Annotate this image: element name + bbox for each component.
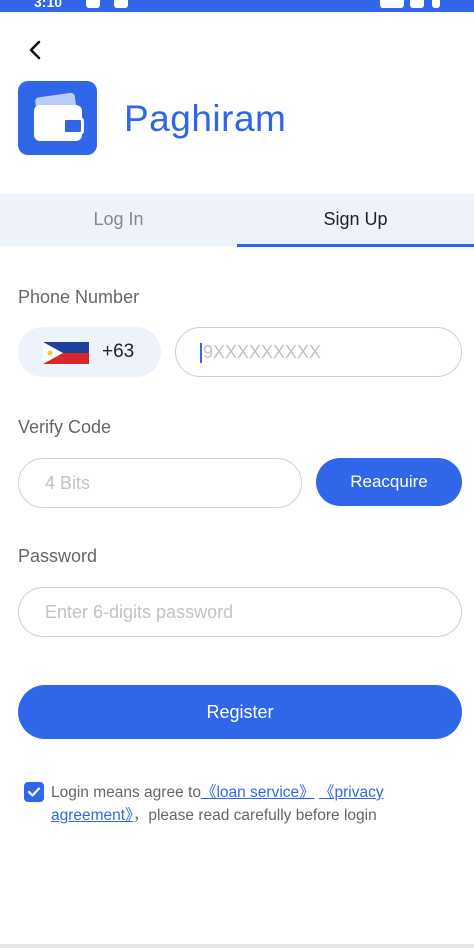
app-name: Paghiram bbox=[124, 98, 287, 139]
country-code: +63 bbox=[102, 341, 135, 362]
auth-tabs: Log In Sign Up bbox=[0, 194, 474, 247]
loan-service-link[interactable]: 《loan service》 bbox=[201, 784, 315, 801]
wifi-icon bbox=[432, 0, 440, 8]
status-bar: 3:10 bbox=[0, 0, 474, 12]
verify-code-input[interactable]: 4 Bits bbox=[18, 458, 302, 508]
tab-signup[interactable]: Sign Up bbox=[237, 194, 474, 247]
phone-label: Phone Number bbox=[18, 287, 140, 307]
reacquire-button[interactable]: Reacquire bbox=[316, 458, 462, 506]
bottom-divider bbox=[0, 944, 474, 948]
app-logo bbox=[18, 81, 97, 155]
register-button[interactable]: Register bbox=[18, 685, 462, 739]
message-icon bbox=[114, 0, 128, 8]
status-time: 3:10 bbox=[34, 0, 63, 10]
phone-input[interactable]: 9XXXXXXXXX bbox=[175, 327, 462, 377]
agreement-suffix: ，please read carefully before login bbox=[132, 807, 377, 824]
agreement-text: Login means agree to《loan service》 《priv… bbox=[51, 781, 451, 827]
signal-icon bbox=[410, 0, 424, 8]
password-input[interactable]: Enter 6-digits password bbox=[18, 587, 462, 637]
password-placeholder: Enter 6-digits password bbox=[45, 602, 234, 622]
verify-code-label: Verify Code bbox=[18, 417, 112, 437]
battery-icon bbox=[380, 0, 404, 8]
password-label: Password bbox=[18, 546, 98, 566]
wallet-icon bbox=[34, 105, 84, 141]
notification-icon bbox=[86, 0, 100, 8]
philippines-flag-icon bbox=[43, 342, 89, 364]
text-cursor bbox=[200, 343, 202, 363]
agreement-prefix: Login means agree to bbox=[51, 784, 201, 801]
country-code-selector[interactable]: +63 bbox=[18, 327, 161, 377]
checkmark-icon bbox=[27, 787, 41, 797]
chevron-left-icon[interactable] bbox=[22, 36, 50, 64]
wallet-clasp bbox=[62, 117, 84, 135]
verify-code-placeholder: 4 Bits bbox=[45, 473, 91, 493]
tab-login[interactable]: Log In bbox=[0, 194, 237, 244]
phone-placeholder: 9XXXXXXXXX bbox=[203, 342, 322, 362]
agree-checkbox[interactable] bbox=[24, 782, 44, 802]
